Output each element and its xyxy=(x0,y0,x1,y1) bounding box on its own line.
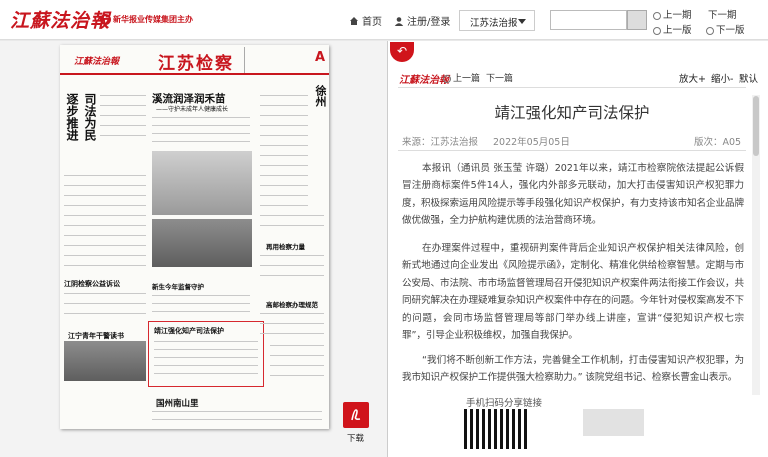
nav-home-label: 首页 xyxy=(362,17,382,28)
headline-vertical-1[interactable]: 逐步推进 xyxy=(64,93,79,141)
nav-login[interactable]: 注册/登录 xyxy=(394,13,450,28)
zoom-default-button[interactable]: 默认 xyxy=(739,71,758,85)
headline-small-1[interactable]: 江阴检察公益诉讼 xyxy=(64,279,120,289)
prev-issue-label: 上一期 xyxy=(663,10,692,21)
pdf-download-button[interactable] xyxy=(343,402,369,428)
zoom-in-button[interactable]: 放大+ xyxy=(679,71,706,85)
top-bar: 江蘇法治報 新华报业传媒集团主办 首页 注册/登录 江苏法治报 上一期 下一期 … xyxy=(0,0,768,40)
nav-login-label: 注册/登录 xyxy=(407,17,451,28)
news-photo-1[interactable] xyxy=(64,341,146,381)
headline-vertical-2[interactable]: 司法为民 xyxy=(82,93,97,141)
edition-select-value: 江苏法治报 xyxy=(470,18,518,29)
prev-issue-link[interactable]: 上一期 xyxy=(653,7,692,21)
nav-home[interactable]: 首页 xyxy=(349,13,382,28)
publisher-ring-icon xyxy=(100,14,111,25)
headline-sub: ——守护未成年人健康成长 xyxy=(156,106,229,113)
circle-icon xyxy=(706,26,714,35)
chevron-down-icon xyxy=(518,19,526,24)
next-article-label: 下一篇 xyxy=(486,74,514,84)
news-photo-3[interactable] xyxy=(152,219,252,267)
headline-small-3[interactable]: 新生今年监督守护 xyxy=(152,281,204,291)
next-issue-link[interactable]: 下一期 xyxy=(708,7,737,21)
masthead-info xyxy=(244,47,294,73)
pdf-icon xyxy=(351,409,361,421)
prev-article-label: 上一篇 xyxy=(453,74,481,84)
page-masthead: 江蘇法治報 江苏检察 A xyxy=(60,45,329,75)
next-issue-label: 下一期 xyxy=(708,10,737,21)
news-photo-2[interactable] xyxy=(152,151,252,215)
page-label: A xyxy=(315,50,326,65)
download-label[interactable]: 下载 xyxy=(347,432,364,444)
newspaper-page[interactable]: 江蘇法治報 江苏检察 A 逐步推进 司法为民 江阴检察公益诉讼 江宁青年干警读书… xyxy=(60,45,329,429)
prev-article-link[interactable]: 上一篇 xyxy=(443,71,480,84)
prev-page-label: 上一版 xyxy=(663,25,692,36)
next-page-label: 下一版 xyxy=(716,25,745,36)
article-panel-logo: 江蘇法治報 xyxy=(399,75,449,86)
headline-vertical-3[interactable]: 徐州 xyxy=(312,85,327,107)
separator-meta xyxy=(398,150,746,151)
share-label: 手机扫码分享链接 xyxy=(466,398,543,409)
qr-placeholder xyxy=(583,409,644,436)
next-page-link[interactable]: 下一版 xyxy=(706,22,745,36)
qr-code xyxy=(464,409,528,449)
article-title: 靖江强化知产司法保护 xyxy=(494,104,650,122)
next-article-link[interactable]: 下一篇 xyxy=(486,71,513,84)
home-icon xyxy=(350,16,358,25)
user-icon xyxy=(394,16,404,26)
headline-small-5[interactable]: 高邮检察办理规范 xyxy=(266,299,318,309)
zoom-out-button[interactable]: 缩小- xyxy=(711,71,733,85)
back-arrow-icon: ↶ xyxy=(396,44,408,58)
circle-icon xyxy=(443,74,451,83)
article-paragraph-3: “我们将不断创新工作方法，完善健全工作机制，打击侵害知识产权犯罪，为我市知识产权… xyxy=(402,355,744,384)
circle-icon xyxy=(653,26,661,35)
edition-select[interactable]: 江苏法治报 xyxy=(459,10,535,31)
article-edition: 版次：A05 xyxy=(694,137,742,148)
headline-small-2[interactable]: 江宁青年干警读书 xyxy=(68,331,124,341)
article-paragraph-1: 本报讯（通讯员 张玉莹 许璐）2021年以来，靖江市检察院依法提起公诉假冒注册商… xyxy=(402,163,744,227)
headline-small-4[interactable]: 再用检察力量 xyxy=(266,241,305,251)
article-source: 来源：江苏法治报 xyxy=(402,137,479,148)
article-date: 2022年05月05日 xyxy=(493,137,570,148)
headline-bottom[interactable]: 国州南山里 xyxy=(156,397,199,409)
go-button[interactable] xyxy=(627,10,647,30)
circle-icon xyxy=(653,11,661,20)
prev-page-link[interactable]: 上一版 xyxy=(653,22,692,36)
masthead-logo: 江蘇法治報 xyxy=(74,57,120,67)
scrollbar-thumb[interactable] xyxy=(753,96,759,156)
separator-top xyxy=(398,87,746,88)
site-logo[interactable]: 江蘇法治報 xyxy=(10,6,110,33)
masthead-title: 江苏检察 xyxy=(158,54,234,74)
article-paragraph-2: 在办理案件过程中，重视研判案件背后企业知识产权保护相关法律风险，创新式地通过向企… xyxy=(402,243,744,342)
publisher-logo: 新华报业传媒集团主办 xyxy=(100,14,193,25)
headline-selected[interactable]: 靖江强化知产司法保护 xyxy=(154,326,224,336)
date-input[interactable] xyxy=(550,10,627,30)
publisher-name: 新华报业传媒集团主办 xyxy=(113,15,193,24)
